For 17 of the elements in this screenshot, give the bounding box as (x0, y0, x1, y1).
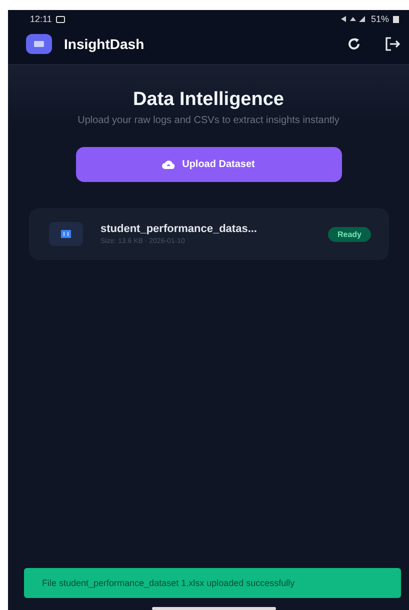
logo-icon (26, 34, 52, 54)
page-subtitle: Upload your raw logs and CSVs to extract insights instantly (76, 115, 340, 127)
signal-icon (340, 15, 367, 23)
status-time: 12:11 (30, 14, 52, 24)
toast-message: File student_performance_dataset 1.xlsx uploaded successfully (24, 568, 401, 598)
upload-button[interactable]: Upload Dataset (76, 147, 342, 182)
file-name: student_performance_datas... (100, 223, 258, 235)
status-badge: Ready (328, 226, 370, 242)
app-title: InsightDash (64, 36, 144, 52)
cloud-upload-icon (162, 160, 176, 169)
gallery-icon (56, 16, 65, 22)
battery-icon (393, 15, 399, 23)
file-icon (48, 222, 82, 246)
battery-level: 51% (370, 14, 389, 24)
refresh-icon[interactable] (347, 37, 361, 51)
page-title: Data Intelligence (133, 89, 284, 111)
logout-icon[interactable] (385, 37, 401, 51)
